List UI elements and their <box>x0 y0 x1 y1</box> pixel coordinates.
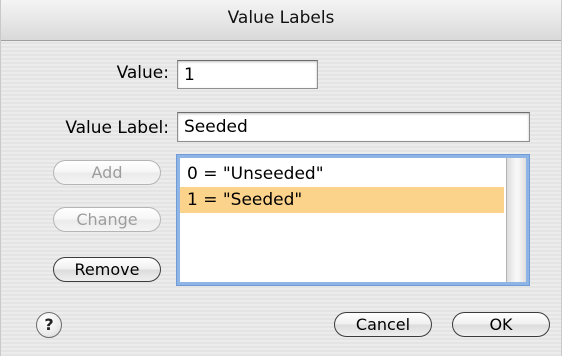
ok-button[interactable]: OK <box>452 312 550 337</box>
dialog-title: Value Labels <box>227 8 335 28</box>
list-rows: 0 = "Unseeded" 1 = "Seeded" <box>180 161 504 213</box>
value-input[interactable] <box>177 60 318 89</box>
value-label-label: Value Label: <box>65 118 169 138</box>
remove-button[interactable]: Remove <box>53 257 161 282</box>
title-bar[interactable]: Value Labels <box>1 0 561 41</box>
cancel-button[interactable]: Cancel <box>334 312 432 337</box>
value-labels-list[interactable]: 0 = "Unseeded" 1 = "Seeded" <box>177 155 529 285</box>
list-item[interactable]: 0 = "Unseeded" <box>180 161 504 187</box>
add-button[interactable]: Add <box>53 160 161 185</box>
value-label-input[interactable] <box>177 112 530 142</box>
list-item-selected[interactable]: 1 = "Seeded" <box>180 187 504 213</box>
help-icon[interactable]: ? <box>36 312 62 338</box>
value-labels-dialog: Value Labels Value: Value Label: Add Cha… <box>0 0 562 356</box>
change-button[interactable]: Change <box>53 207 161 232</box>
value-label: Value: <box>116 63 169 83</box>
list-scrollbar[interactable] <box>506 158 526 282</box>
